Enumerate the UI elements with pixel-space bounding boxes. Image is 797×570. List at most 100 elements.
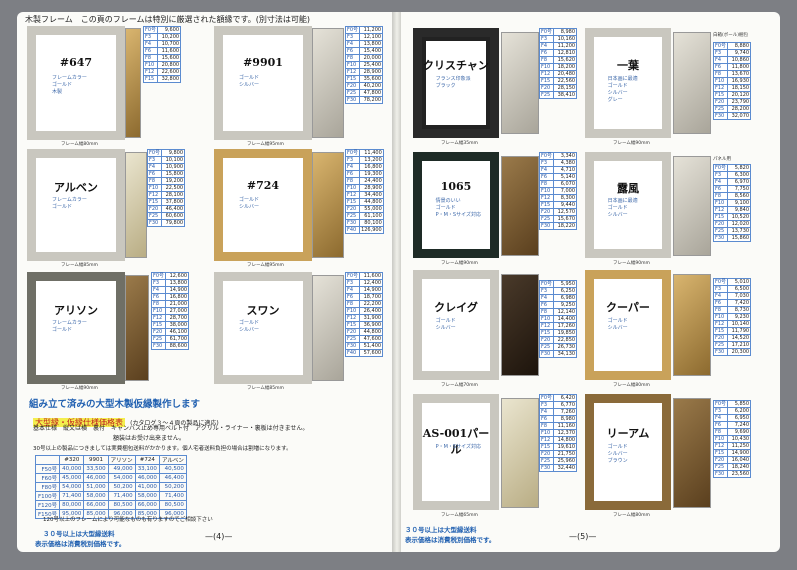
- size-cell: F4: [344, 163, 361, 171]
- size-cell: F40: [344, 226, 361, 234]
- price-cell: 12,370: [553, 429, 578, 437]
- price-row: F12 34,400: [344, 191, 384, 199]
- frame-name: リーアム: [606, 426, 650, 440]
- frame-corner-sample: [501, 274, 539, 376]
- price-row: F30 32,070: [712, 112, 752, 120]
- price-row: F12 28,100: [146, 191, 186, 199]
- price-cell: 9,250: [553, 301, 578, 309]
- price-row: F15 20,120: [712, 91, 752, 99]
- frame-alben: アルベン フレームカラー ゴールド: [27, 149, 125, 261]
- size-cell: F10: [150, 307, 167, 315]
- price-row: F6 16,800: [150, 293, 190, 301]
- price-row: F15 14,900: [712, 449, 752, 457]
- price-cell: 8,880: [727, 42, 752, 50]
- size-cell: F25: [712, 105, 729, 113]
- price-cell: 10,160: [553, 35, 578, 43]
- frame-name: スワン: [246, 303, 280, 317]
- size-cell: F8: [712, 306, 729, 314]
- price-row: F12 14,800: [538, 436, 578, 444]
- price-row: F30 51,400: [344, 342, 384, 350]
- grid-cell: [34, 455, 61, 465]
- price-row: F15 11,790: [712, 327, 752, 335]
- size-cell: F30: [538, 350, 555, 358]
- price-cell: 9,840: [727, 206, 752, 214]
- price-cell: 21,750: [553, 450, 578, 458]
- price-cell: 18,220: [553, 222, 578, 230]
- size-cell: F12: [344, 314, 361, 322]
- size-cell: F20: [712, 220, 729, 228]
- price-row: F6 15,400: [344, 47, 384, 55]
- price-row: F4 13,800: [344, 40, 384, 48]
- price-cell: 18,200: [553, 63, 578, 71]
- size-cell: F0号: [538, 28, 555, 36]
- price-cell: 9,800: [161, 149, 186, 157]
- price-cell: 20,000: [359, 54, 384, 62]
- price-row: F10 27,000: [150, 307, 190, 315]
- price-row: F3 10,200: [142, 33, 182, 41]
- size-cell: F4: [538, 408, 555, 416]
- price-cell: 11,250: [727, 442, 752, 450]
- grid-cell: 46,000: [83, 473, 109, 483]
- price-cell: 12,600: [165, 272, 190, 280]
- grid-cell: アルベン: [158, 455, 187, 465]
- frame-swan: スワン ゴールド シルバー: [214, 272, 312, 384]
- grid-cell: F100号: [34, 491, 61, 501]
- price-cell: 3,340: [553, 152, 578, 160]
- size-cell: F3: [344, 156, 361, 164]
- price-row: F8 13,670: [712, 70, 752, 78]
- price-row: F0号 3,340: [538, 152, 578, 160]
- price-row: F12 20,480: [538, 70, 578, 78]
- price-cell: 27,000: [165, 307, 190, 315]
- price-cell: 60,600: [161, 212, 186, 220]
- size-cell: F8: [538, 180, 555, 188]
- price-table-as001: F0号 6,420 F3 6,770 F4 7,260 F6 8,980 F8 11,160 F10…: [538, 394, 578, 472]
- price-row: F6 7,420: [712, 299, 752, 307]
- size-cell: F0号: [142, 26, 159, 34]
- price-cell: 20,800: [157, 61, 182, 69]
- size-cell: F25: [712, 341, 729, 349]
- price-cell: 26,730: [553, 343, 578, 351]
- price-cell: 10,860: [727, 56, 752, 64]
- price-cell: 40,200: [359, 82, 384, 90]
- spec-line-2: 額装はお受け出来ません。: [113, 435, 185, 442]
- price-cell: 23,790: [727, 98, 752, 106]
- price-cell: 88,600: [165, 342, 190, 350]
- price-cell: 10,200: [157, 33, 182, 41]
- price-row: F4 11,200: [538, 42, 578, 50]
- size-cell: F25: [344, 89, 361, 97]
- spec-line-1: 基本仕様 縦又は横 裏付 キャンバス止め専用ベルト付 アクリル・ライナー・裏板は…: [33, 425, 309, 432]
- price-row: F6 11,600: [142, 47, 182, 55]
- price-cell: 22,850: [553, 336, 578, 344]
- price-cell: 28,700: [165, 314, 190, 322]
- price-row: F4 4,710: [538, 166, 578, 174]
- price-cell: 14,900: [359, 286, 384, 294]
- size-cell: F20: [712, 334, 729, 342]
- grid-cell: #724: [134, 455, 160, 465]
- frame-width-caption: フレーム幅90mm: [61, 386, 98, 391]
- price-cell: 13,800: [165, 279, 190, 287]
- price-row: F10 20,800: [142, 61, 182, 69]
- size-cell: F0号: [538, 152, 555, 160]
- price-row: F10 16,930: [712, 77, 752, 85]
- price-row: F3 10,160: [538, 35, 578, 43]
- price-cell: 5,010: [727, 278, 752, 286]
- price-cell: 16,800: [165, 293, 190, 301]
- price-cell: 15,860: [727, 234, 752, 242]
- size-cell: F12: [150, 314, 167, 322]
- price-table-swan: F0号 11,600 F3 12,400 F4 14,900 F6 18,700 F8 22,20…: [344, 272, 384, 357]
- frame-name: 1065: [440, 180, 472, 194]
- frame-description: フレームカラー ゴールド: [52, 320, 87, 334]
- price-row: F15 36,900: [344, 321, 384, 329]
- size-cell: F3: [538, 35, 555, 43]
- frame-name: 露風: [617, 182, 639, 196]
- price-cell: 7,240: [727, 421, 752, 429]
- side-note: 白箱(ボール)梱包: [713, 33, 749, 38]
- price-row: F6 7,750: [712, 185, 752, 193]
- grid-cell: 66,000: [134, 500, 160, 510]
- price-row: F20 12,020: [712, 220, 752, 228]
- size-cell: F25: [712, 227, 729, 235]
- price-cell: 28,200: [727, 105, 752, 113]
- price-cell: 6,970: [727, 178, 752, 186]
- size-cell: F3: [712, 285, 729, 293]
- frame-name: #724: [246, 178, 280, 192]
